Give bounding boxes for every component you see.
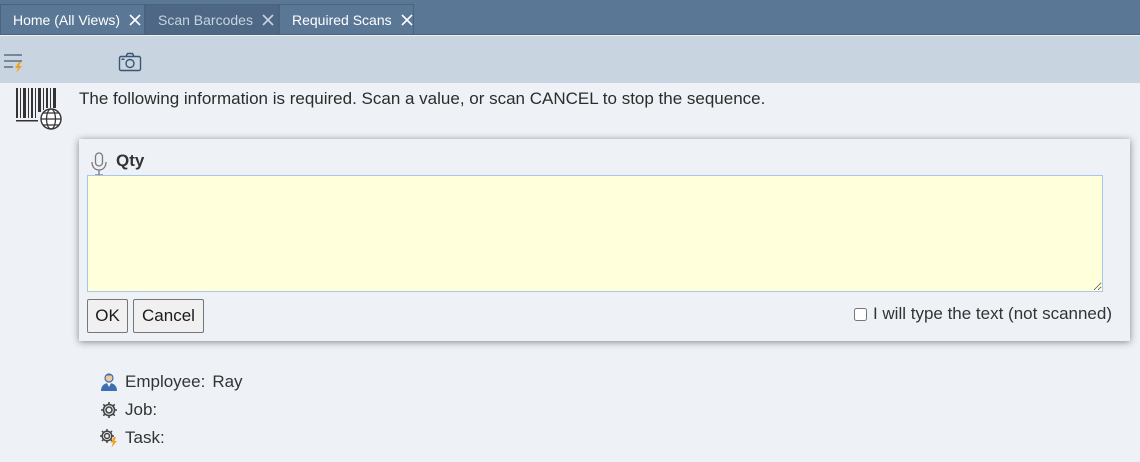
menu-lightning-icon[interactable] xyxy=(3,52,27,79)
cancel-button[interactable]: Cancel xyxy=(133,299,204,333)
gear-lightning-icon xyxy=(99,428,119,448)
camera-icon[interactable] xyxy=(118,52,142,77)
type-text-checkbox[interactable] xyxy=(853,307,867,321)
type-text-label: I will type the text (not scanned) xyxy=(872,304,1112,323)
task-row: Task: xyxy=(99,428,165,448)
employee-value: Ray xyxy=(212,372,243,391)
type-text-option[interactable]: I will type the text (not scanned) xyxy=(853,304,1112,324)
tab-scan-barcodes[interactable]: Scan Barcodes xyxy=(145,4,279,34)
tab-label: Home (All Views) xyxy=(13,11,121,28)
employee-label: Employee: xyxy=(125,372,206,391)
tab-bar: Home (All Views) Scan Barcodes Required … xyxy=(0,0,1140,35)
task-label: Task: xyxy=(125,428,165,447)
gear-icon xyxy=(99,400,119,420)
tab-required-scans[interactable]: Required Scans xyxy=(279,4,414,34)
tab-label: Required Scans xyxy=(292,11,392,28)
instruction-text: The following information is required. S… xyxy=(79,89,766,108)
person-icon xyxy=(99,372,119,392)
employee-row: Employee: Ray xyxy=(99,372,243,392)
ok-button[interactable]: OK xyxy=(87,299,128,333)
field-label-qty: Qty xyxy=(116,151,145,170)
tab-label: Scan Barcodes xyxy=(158,11,253,28)
tab-home-all-views[interactable]: Home (All Views) xyxy=(0,4,145,34)
close-icon[interactable] xyxy=(128,13,142,27)
job-row: Job: xyxy=(99,400,157,420)
close-icon[interactable] xyxy=(400,13,414,27)
toolbar xyxy=(0,36,1140,83)
barcode-globe-icon xyxy=(14,87,64,136)
qty-input[interactable] xyxy=(87,175,1103,292)
close-icon[interactable] xyxy=(261,13,275,27)
job-label: Job: xyxy=(125,400,158,419)
required-scan-panel: Qty OK Cancel I will type the text (not … xyxy=(79,139,1130,341)
